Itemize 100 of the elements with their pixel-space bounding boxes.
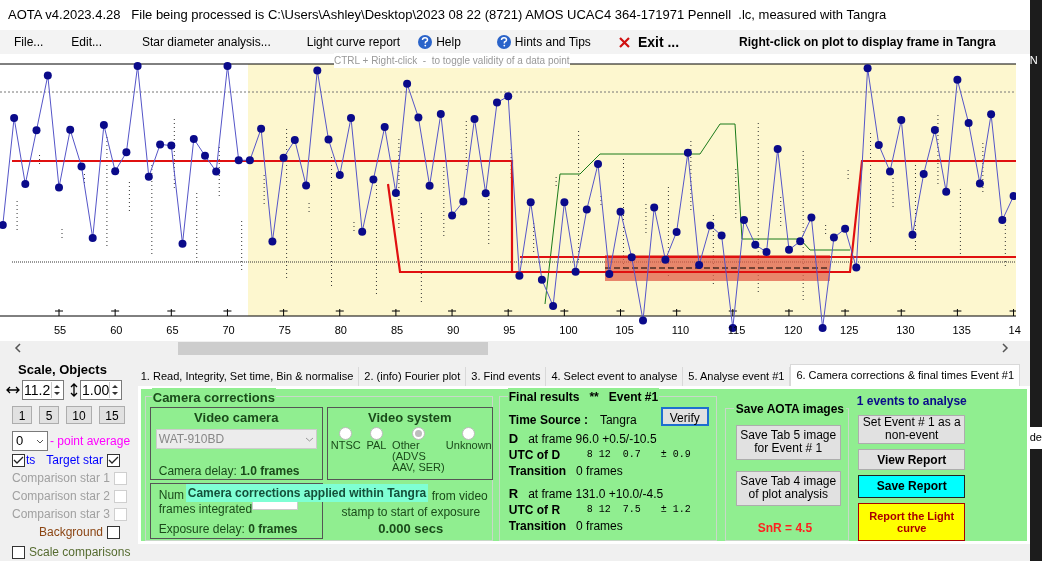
axis-tick-label: 70 [222,322,235,338]
menu-item[interactable]: Edit... [71,33,103,51]
spin-arrows-icon [109,382,121,398]
caret-icon [36,438,44,444]
axis-tick-label: 120 [783,322,803,338]
object-label: Background [38,524,103,541]
field-label: Transition [508,517,567,534]
axis-tick-label: 135 [952,322,971,338]
axis-tick-label: 14 [1008,322,1021,338]
scroll-right-icon[interactable] [1002,343,1009,354]
field-value: 0 frames [576,517,623,534]
radio-button[interactable] [369,427,383,440]
menu-item[interactable]: Help [418,33,461,51]
error-value: ± 0.9 [660,447,691,462]
tooltip: Camera corrections applied within Tangra [185,483,429,502]
field-label: Time Source : [508,411,588,429]
close-icon [618,36,630,48]
radio-label: NTSC [330,440,361,451]
offset-label: from video [431,487,488,505]
verify-button[interactable]: Verify [660,406,709,426]
action-button[interactable]: Set Event # 1 as a non-event [858,414,966,445]
axis-tick-label: 65 [166,322,179,338]
error-value: ± 1.2 [660,502,691,517]
checkbox[interactable] [107,525,120,539]
menu-item[interactable]: Light curve report [306,33,401,51]
frame-text: at frame 131.0 +10.0/-4.5 [528,485,664,502]
field-label: Transition [508,462,567,479]
object-label: Comparison star 3 [12,506,111,523]
axis-tick-label: 60 [110,322,123,338]
offset-label: stamp to start of exposure [340,503,482,521]
plot-hint: Right-click on plot to display frame in Tangra [739,34,996,51]
offset-value: 0.000 secs [377,519,445,538]
exposure-delay-text: Exposure delay: 0 frames [158,520,298,538]
menu-item[interactable]: Star diameter analysis... [142,33,271,51]
field-value: 0 frames [576,462,623,479]
radio-button[interactable] [339,427,353,440]
checkbox[interactable] [107,453,120,467]
scroll-left-icon[interactable] [14,343,21,354]
group-title: Scale, Objects [17,360,108,379]
average-dropdown[interactable]: 0 [12,431,48,451]
average-label: - point average [50,433,131,450]
axis-tick-label: 85 [390,322,404,338]
axis-tick-label: 75 [278,322,291,338]
tab[interactable]: 6. Camera corrections & final times Event #1 [790,363,1021,386]
vertical-arrow-icon [70,383,78,397]
event-letter: R [508,485,519,502]
radio-button[interactable] [462,427,476,440]
scale-button[interactable]: 5 [39,406,59,424]
field-value: Tangra [599,411,637,429]
checkbox[interactable] [12,453,25,467]
utc-value: 8 12 7.5 [586,502,642,517]
menu-item[interactable]: File... [14,33,44,51]
axis-tick-label: 125 [840,322,859,338]
scale-button[interactable]: 1 [12,406,32,424]
save-image-button[interactable]: Save Tab 5 image for Event # 1 [735,424,841,460]
horizontal-arrow-icon [6,386,20,394]
stars-text: ** [589,388,599,406]
group-title: Video camera [193,408,280,427]
checkbox[interactable] [12,545,25,559]
axis-tick-label: 90 [447,322,460,338]
group-title: Final results [508,388,580,406]
axis-tick-label: 130 [896,322,915,338]
spin-arrows-icon [51,382,63,398]
scale-button[interactable]: 15 [99,406,125,424]
spin-field[interactable]: 1.00 [80,380,122,400]
action-button[interactable]: Report the Light curve [858,502,966,541]
camera-delay-text: Camera delay: 1.0 frames [158,463,301,480]
menu-item[interactable]: Hints and Tips [496,33,591,51]
axis-tick-label: 110 [671,322,690,338]
menu-item[interactable]: Exit ... [618,31,680,53]
field-label: UTC of D [508,446,562,463]
object-label: Comparison star 2 [12,488,111,505]
action-button[interactable]: Save Report [858,475,966,498]
events-count-label: 1 events to analyse [856,392,967,410]
radio-button[interactable] [411,427,425,440]
scale-comparisons-label: Scale comparisons [29,544,131,561]
axis-tick-label: 80 [334,322,347,338]
axis-tick-label: 55 [54,322,67,338]
action-button[interactable]: View Report [858,449,966,471]
caret-icon [304,436,314,442]
save-image-button[interactable]: Save Tab 4 image of plot analysis [735,470,841,506]
spin-field[interactable]: 11.2 [22,380,64,400]
axis-tick-label: 100 [559,322,578,338]
desktop-text: N [1029,53,1039,68]
event-label: Event #1 [608,388,659,406]
radio-label: PAL [366,440,387,451]
radio-label: Other (ADVS AAV, SER) [392,440,445,473]
desktop-text: de [1029,430,1042,446]
axis-tick-label: 95 [503,322,516,338]
object-label: Target star [46,452,103,469]
scrollbar-thumb[interactable] [178,341,488,355]
plots-label: ts [26,452,36,469]
window-title: AOTA v4.2023.4.28 File being processed is C:\Users\Ashley\Desktop\2023 08 22 (8721) AMOS UCAC4 364-171971 Pennell .lc, measured with Tangra [8,6,887,25]
axis-tick-label: 105 [615,322,634,338]
object-label: Comparison star 1 [12,470,111,487]
field-label: UTC of R [508,501,562,518]
group-title: Video system [366,408,453,427]
scale-button[interactable]: 10 [66,406,92,424]
utc-value: 8 12 0.7 [586,447,642,462]
help-icon [496,35,511,49]
